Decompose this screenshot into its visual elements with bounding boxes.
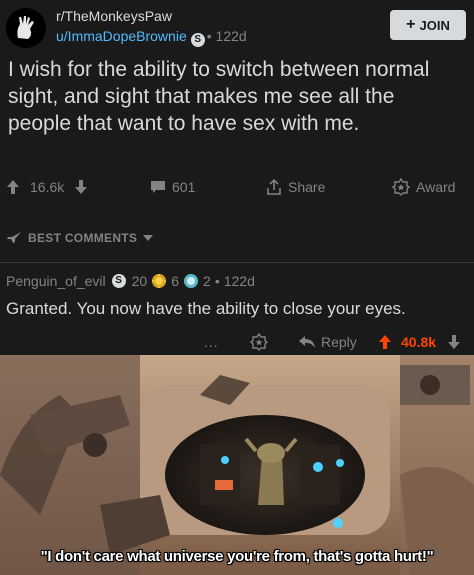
award-icon (392, 178, 410, 196)
meme-image (0, 355, 474, 575)
comment-bubble-icon (151, 181, 165, 193)
gold-award-icon (152, 274, 167, 288)
comment-body: Granted. You now have the ability to clo… (6, 299, 406, 318)
platinum-award-icon (184, 274, 199, 288)
downvote-arrow-icon[interactable] (447, 334, 461, 350)
comment-vote-group: 40.8k (378, 329, 461, 355)
post-author[interactable]: u/ImmaDopeBrownie (56, 28, 187, 44)
comments-button[interactable]: 601 (150, 172, 195, 202)
award-icon (250, 333, 268, 351)
comment: Penguin_of_evil S 20 6 2 • 122d Granted.… (0, 263, 474, 355)
meme-caption: "I don't care what universe you're from,… (40, 548, 434, 565)
comment-action-bar: ... Reply 40.8k (0, 329, 474, 355)
post-time-separator: • (206, 28, 216, 44)
share-icon (267, 179, 281, 195)
plus-icon: + (406, 16, 416, 33)
reply-label: Reply (321, 334, 357, 350)
comment-time-separator: • (214, 273, 220, 289)
comment-sort-dropdown[interactable]: BEST COMMENTS (6, 226, 154, 250)
comments-count: 601 (172, 179, 196, 195)
share-label: Share (288, 179, 326, 195)
monkey-paw-icon (6, 8, 46, 48)
award-label: Award (416, 179, 456, 195)
join-label: JOIN (419, 17, 450, 33)
sort-label: BEST COMMENTS (28, 231, 138, 245)
reply-arrow-icon (299, 336, 315, 348)
comment-time: 122d (223, 273, 255, 289)
post-time: 122d (215, 28, 247, 44)
comment-award-button[interactable] (250, 329, 268, 355)
share-button[interactable]: Share (266, 172, 325, 202)
upvote-arrow-icon[interactable] (378, 334, 392, 350)
upvote-arrow-icon[interactable] (6, 179, 20, 195)
downvote-arrow-icon[interactable] (74, 179, 88, 195)
join-button[interactable]: + JOIN (390, 10, 466, 40)
upvote-count: 16.6k (30, 179, 65, 195)
post-action-bar: 16.6k 601 Share Award (0, 172, 474, 202)
vote-group: 16.6k (6, 172, 88, 202)
comment-author[interactable]: Penguin_of_evil (6, 273, 106, 289)
subreddit-icon[interactable] (6, 8, 46, 48)
rocket-icon (7, 232, 21, 243)
user-badge-icon: S (190, 33, 205, 47)
post-author-line: u/ImmaDopeBrownie S • 122d (56, 28, 247, 47)
more-options-button[interactable]: ... (204, 329, 219, 355)
comment-score: 40.8k (401, 334, 437, 350)
award3-count: 2 (203, 273, 211, 289)
comment-meta: Penguin_of_evil S 20 6 2 • 122d (6, 273, 255, 289)
silver-award-icon: S (111, 274, 126, 288)
award2-count: 6 (171, 273, 180, 289)
post: r/TheMonkeysPaw u/ImmaDopeBrownie S • 122d… (0, 0, 474, 263)
post-title[interactable]: I wish for the ability to switch between… (8, 56, 463, 137)
reply-button[interactable]: Reply (298, 329, 357, 355)
chevron-down-icon (143, 235, 154, 241)
award1-count: 20 (131, 273, 148, 289)
award-button[interactable]: Award (392, 172, 455, 202)
meme-scene (0, 355, 474, 575)
subreddit-name[interactable]: r/TheMonkeysPaw (56, 8, 172, 24)
